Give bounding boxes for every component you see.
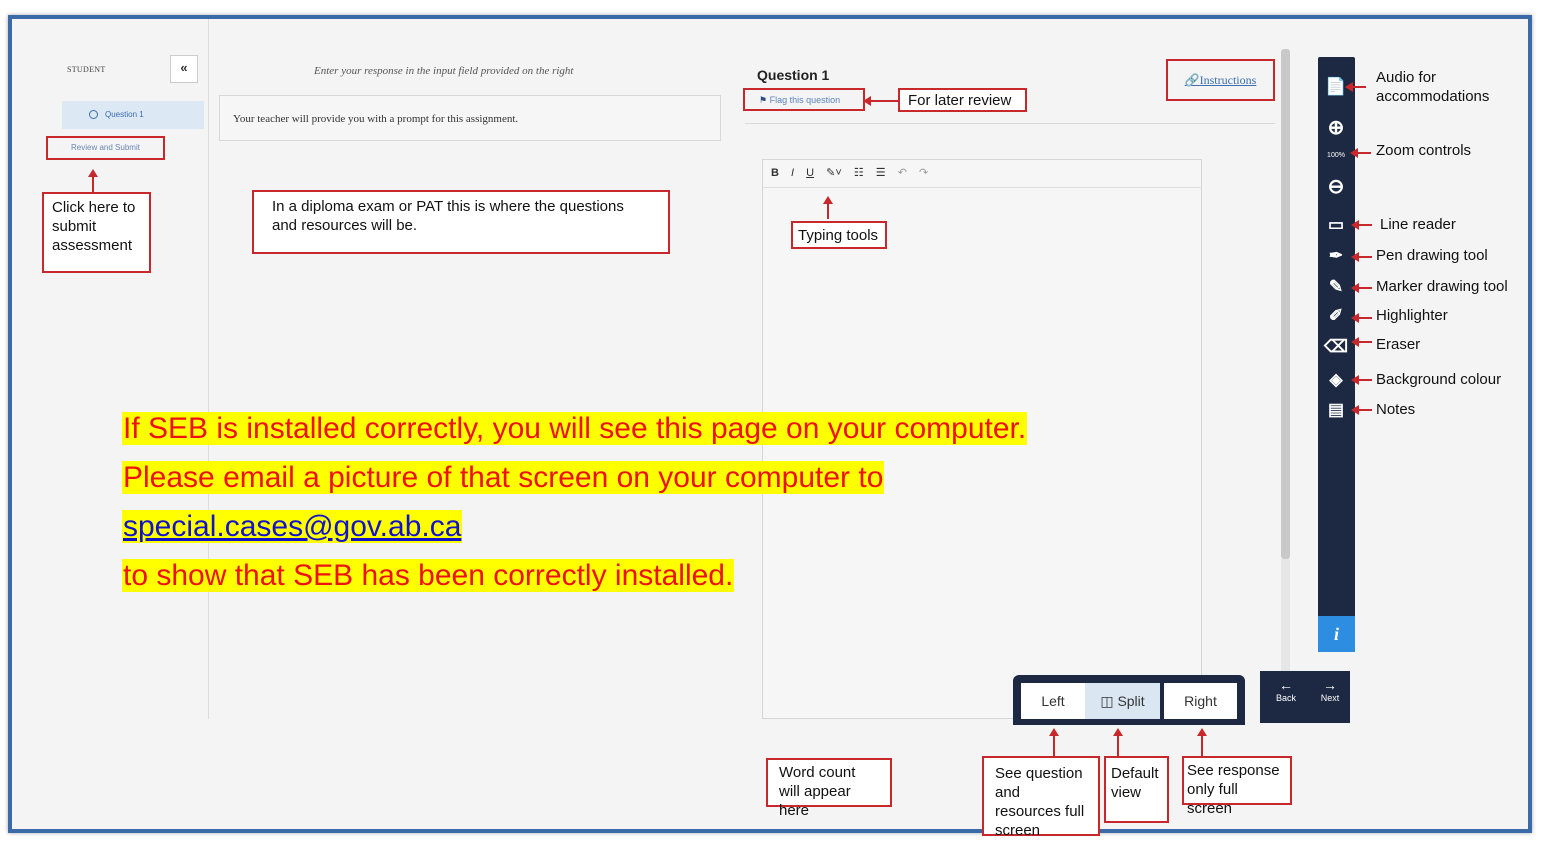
collapse-sidebar-button[interactable]: « bbox=[170, 55, 198, 83]
left-view-button[interactable]: Left bbox=[1021, 683, 1085, 719]
screenshot-frame: STUDENT « Question 1 Review and Submit C… bbox=[8, 15, 1532, 839]
callout-word-count: Word count will appear here bbox=[766, 758, 892, 819]
arrow-left-icon: ← bbox=[1279, 677, 1293, 693]
arrow-up-icon bbox=[1113, 728, 1123, 756]
instructions-label: Instructions bbox=[1199, 73, 1257, 87]
prompt-box: Your teacher will provide you with a pro… bbox=[219, 95, 721, 141]
callout-right-view: See response only full screen bbox=[1182, 756, 1292, 817]
question-title: Question 1 bbox=[757, 67, 830, 83]
instructions-link[interactable]: 🔗Instructions bbox=[1166, 59, 1275, 101]
label-line-reader: Line reader bbox=[1380, 216, 1456, 233]
arrow-left-icon bbox=[1345, 82, 1366, 92]
underline-button[interactable]: U bbox=[806, 159, 814, 187]
pen-icon[interactable]: ✒ bbox=[1321, 244, 1351, 268]
highlight-color-button[interactable]: ✎˅ bbox=[826, 159, 842, 187]
arrow-left-icon bbox=[1351, 337, 1372, 347]
marker-icon[interactable]: ✎ bbox=[1321, 275, 1351, 299]
label-marker: Marker drawing tool bbox=[1376, 278, 1508, 295]
callout-split-view: Default view bbox=[1104, 756, 1169, 823]
flag-question-button[interactable]: ⚑ Flag this question bbox=[743, 88, 865, 111]
callout-left-view: See question and resources full screen bbox=[982, 756, 1100, 839]
divider bbox=[745, 123, 1275, 124]
zoom-in-icon[interactable]: ⊕ bbox=[1321, 116, 1351, 140]
zoom-level: 100% bbox=[1327, 152, 1345, 159]
split-view-button[interactable]: ◫ Split bbox=[1085, 683, 1160, 719]
flag-label: Flag this question bbox=[769, 95, 841, 105]
arrow-left-icon bbox=[1351, 283, 1372, 293]
bold-button[interactable]: B bbox=[771, 159, 779, 187]
numbered-list-button[interactable]: ☰ bbox=[876, 159, 886, 187]
arrow-up-icon bbox=[88, 169, 98, 192]
highlighter-icon[interactable]: ✐ bbox=[1321, 304, 1351, 328]
label-zoom-controls: Zoom controls bbox=[1376, 142, 1472, 159]
arrow-left-icon bbox=[1351, 252, 1372, 262]
arrow-left-icon bbox=[1350, 148, 1371, 158]
info-button[interactable]: i bbox=[1318, 616, 1355, 652]
label-pen: Pen drawing tool bbox=[1376, 247, 1488, 264]
next-button[interactable]: → Next bbox=[1312, 677, 1348, 717]
undo-button[interactable]: ↶ bbox=[898, 159, 907, 187]
notes-icon[interactable]: ▤ bbox=[1321, 398, 1351, 422]
arrow-left-icon bbox=[1351, 375, 1372, 385]
back-label: Back bbox=[1275, 693, 1296, 703]
link-icon: 🔗 bbox=[1184, 73, 1200, 87]
callout-typing-tools: Typing tools bbox=[791, 221, 887, 249]
arrow-up-icon bbox=[823, 196, 833, 219]
flag-icon: ⚑ bbox=[759, 95, 770, 105]
notice-line-4: to show that SEB has been correctly inst… bbox=[122, 559, 735, 592]
label-background-colour: Background colour bbox=[1376, 371, 1502, 388]
redo-button[interactable]: ↷ bbox=[919, 159, 928, 187]
split-label: Split bbox=[1117, 693, 1145, 709]
notice-line-1: If SEB is installed correctly, you will … bbox=[122, 412, 1028, 445]
arrow-left-icon bbox=[863, 96, 898, 106]
split-icon: ◫ bbox=[1100, 693, 1118, 709]
callout-diploma: In a diploma exam or PAT this is where t… bbox=[252, 190, 670, 254]
eraser-icon[interactable]: ⌫ bbox=[1321, 335, 1351, 359]
arrow-up-icon bbox=[1197, 728, 1207, 756]
next-label: Next bbox=[1320, 693, 1340, 703]
review-and-submit-link[interactable]: Review and Submit bbox=[46, 136, 165, 160]
line-reader-icon[interactable]: ▭ bbox=[1321, 213, 1351, 237]
bullet-list-button[interactable]: ☷ bbox=[854, 159, 864, 187]
arrow-left-icon bbox=[1351, 220, 1372, 230]
circle-icon bbox=[89, 110, 98, 120]
background-colour-icon[interactable]: ◈ bbox=[1321, 368, 1351, 392]
editor-toolbar: B I U ✎˅ ☷ ☰ ↶ ↷ bbox=[762, 159, 1202, 188]
callout-submit: Click here to submit assessment bbox=[42, 192, 151, 273]
label-notes: Notes bbox=[1376, 401, 1416, 418]
arrow-right-icon: → bbox=[1323, 677, 1337, 693]
scrollbar[interactable] bbox=[1281, 49, 1290, 559]
arrow-left-icon bbox=[1351, 405, 1372, 415]
scrollbar-track bbox=[1281, 559, 1290, 679]
email-link[interactable]: special.cases@gov.ab.ca bbox=[123, 510, 461, 543]
arrow-up-icon bbox=[1049, 728, 1059, 756]
arrow-left-icon bbox=[1351, 313, 1372, 323]
notice-line-2: Please email a picture of that screen on… bbox=[122, 461, 885, 494]
callout-flag: For later review bbox=[898, 88, 1027, 112]
question-instruction: Enter your response in the input field p… bbox=[314, 65, 574, 77]
label-eraser: Eraser bbox=[1376, 336, 1421, 353]
zoom-out-icon[interactable]: ⊖ bbox=[1321, 175, 1351, 199]
label-highlighter: Highlighter bbox=[1376, 307, 1448, 324]
student-label: STUDENT bbox=[67, 65, 106, 74]
sidebar-item-question-1[interactable]: Question 1 bbox=[62, 101, 204, 129]
right-view-button[interactable]: Right bbox=[1164, 683, 1237, 719]
back-button[interactable]: ← Back bbox=[1268, 677, 1304, 717]
seb-notice: If SEB is installed correctly, you will … bbox=[122, 404, 1028, 600]
italic-button[interactable]: I bbox=[791, 159, 794, 187]
sidebar-item-label: Question 1 bbox=[105, 110, 144, 119]
label-audio: Audio for accommodations bbox=[1376, 69, 1490, 105]
